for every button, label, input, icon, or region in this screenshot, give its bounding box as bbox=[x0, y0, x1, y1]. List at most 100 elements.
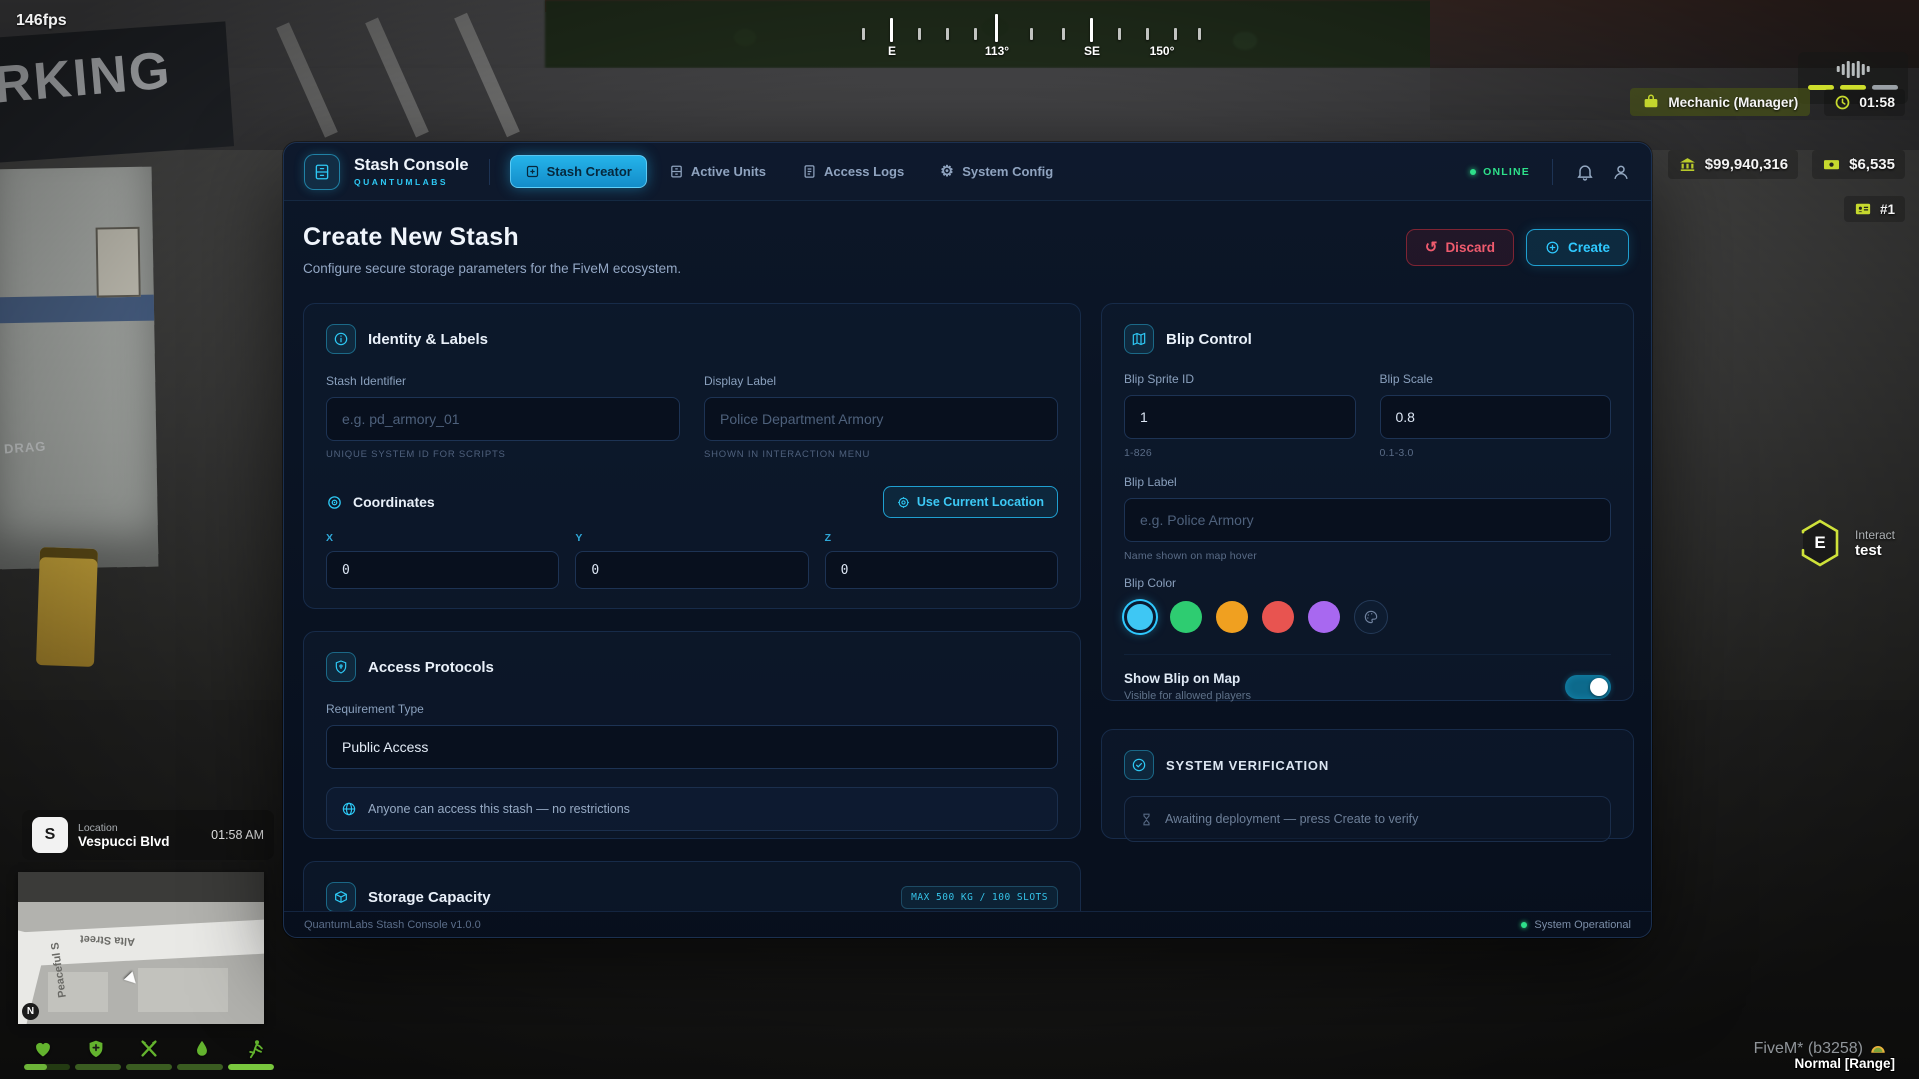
document-icon bbox=[804, 165, 815, 178]
verification-icon-chip bbox=[1124, 750, 1154, 780]
tab-stash-creator[interactable]: Stash Creator bbox=[509, 155, 647, 188]
blip-scale-input[interactable] bbox=[1379, 395, 1611, 439]
job-badge: Mechanic (Manager) bbox=[1630, 88, 1811, 116]
verification-message: Awaiting deployment — press Create to ve… bbox=[1165, 812, 1419, 826]
discard-button[interactable]: ↺ Discard bbox=[1405, 229, 1514, 266]
compass-tick bbox=[1030, 28, 1033, 40]
armor-icon bbox=[89, 1040, 103, 1058]
tab-access-logs[interactable]: Access Logs bbox=[788, 156, 918, 187]
stamina-icon bbox=[249, 1040, 263, 1059]
stash-identifier-label: Stash Identifier bbox=[326, 374, 407, 388]
app-title-block: Stash Console QUANTUMLABS bbox=[354, 156, 469, 187]
hunger-icon bbox=[141, 1040, 157, 1057]
access-note-text: Anyone can access this stash — no restri… bbox=[368, 802, 630, 816]
show-blip-toggle[interactable] bbox=[1565, 674, 1611, 699]
minimap-buildings bbox=[18, 872, 264, 902]
compass-tick bbox=[1062, 28, 1065, 40]
stash-identifier-input[interactable] bbox=[326, 397, 680, 441]
identity-card: Identity & Labels Stash Identifier UNIQU… bbox=[303, 303, 1081, 609]
create-button[interactable]: Create bbox=[1525, 229, 1629, 266]
display-label-input[interactable] bbox=[704, 397, 1058, 441]
requirement-type-select[interactable]: Public Access bbox=[326, 725, 1058, 769]
fps-counter: 146fps bbox=[16, 12, 67, 29]
compass-tick bbox=[946, 28, 949, 40]
job-label: Mechanic (Manager) bbox=[1668, 94, 1799, 110]
location-notification: S Location Vespucci Blvd 01:58 AM bbox=[22, 810, 274, 860]
header-divider bbox=[1552, 158, 1553, 185]
console-header: Stash Console QUANTUMLABS Stash Creator … bbox=[284, 143, 1651, 201]
identity-card-title: Identity & Labels bbox=[368, 330, 489, 348]
storage-capacity-badge: MAX 500 KG / 100 SLOTS bbox=[901, 885, 1058, 909]
player-id-hud: #1 bbox=[1843, 196, 1905, 222]
header-divider bbox=[488, 158, 490, 185]
blip-sprite-group: Blip Sprite ID 1-826 bbox=[1124, 372, 1356, 459]
blip-color-swatch[interactable] bbox=[1170, 601, 1202, 633]
status-bar bbox=[228, 1064, 274, 1070]
info-icon bbox=[334, 332, 348, 346]
coord-y-input[interactable] bbox=[575, 551, 809, 589]
bank-amount: $99,940,316 bbox=[1704, 156, 1789, 173]
status-dot bbox=[1521, 921, 1528, 928]
coord-y-label: Y bbox=[575, 532, 583, 544]
discard-label: Discard bbox=[1445, 240, 1495, 255]
header-right: ONLINE bbox=[1470, 158, 1631, 185]
blip-sprite-input[interactable] bbox=[1124, 395, 1356, 439]
undo-icon: ↺ bbox=[1424, 239, 1438, 256]
compass-tick bbox=[918, 28, 921, 40]
blip-sprite-hint: 1-826 bbox=[1124, 447, 1152, 459]
blip-card-title: Blip Control bbox=[1166, 330, 1252, 348]
minimap-block bbox=[138, 968, 228, 1012]
blip-color-swatch[interactable] bbox=[1262, 601, 1294, 633]
interact-key-hex: E bbox=[1797, 518, 1843, 568]
create-label: Create bbox=[1567, 240, 1610, 255]
cash-icon bbox=[1824, 160, 1840, 170]
custom-color-button[interactable] bbox=[1354, 600, 1388, 634]
blip-color-swatch[interactable] bbox=[1124, 601, 1156, 633]
console-footer: QuantumLabs Stash Console v1.0.0 System … bbox=[284, 911, 1651, 937]
time-value: 01:58 bbox=[1859, 94, 1895, 110]
blip-scale-hint: 0.1-3.0 bbox=[1379, 447, 1414, 459]
coord-z-input[interactable] bbox=[824, 551, 1058, 589]
bank-icon bbox=[1679, 158, 1695, 171]
blip-color-swatch[interactable] bbox=[1308, 601, 1340, 633]
coord-x-input[interactable] bbox=[326, 551, 560, 589]
blip-label-input[interactable] bbox=[1124, 498, 1611, 542]
compass-tick bbox=[1174, 28, 1177, 40]
thirst-icon bbox=[197, 1040, 207, 1056]
coord-x-group: X bbox=[326, 532, 560, 589]
requirement-type-value: Public Access bbox=[342, 739, 429, 755]
bell-icon[interactable] bbox=[1575, 162, 1595, 182]
blip-color-swatch[interactable] bbox=[1216, 601, 1248, 633]
compass-tick bbox=[1118, 28, 1121, 40]
id-card-icon bbox=[1855, 203, 1871, 215]
tab-active-units[interactable]: Active Units bbox=[655, 156, 780, 187]
requirement-type-label: Requirement Type bbox=[326, 702, 424, 716]
voice-waveform-icon bbox=[1836, 59, 1870, 79]
cash-amount: $6,535 bbox=[1849, 156, 1895, 173]
system-verification-card: SYSTEM VERIFICATION Awaiting deployment … bbox=[1101, 729, 1634, 842]
job-hud: Mechanic (Manager) 01:58 bbox=[1630, 88, 1905, 116]
identity-icon-chip bbox=[326, 324, 356, 354]
show-blip-sublabel: Visible for allowed players bbox=[1124, 690, 1251, 702]
plus-circle-icon bbox=[1546, 241, 1559, 254]
minimap: Alta Street Peaceful S N bbox=[18, 872, 264, 1024]
compass-tick bbox=[862, 28, 865, 40]
user-icon[interactable] bbox=[1611, 162, 1631, 182]
app-logo bbox=[304, 153, 340, 190]
stash-identifier-hint: UNIQUE SYSTEM ID FOR SCRIPTS bbox=[326, 449, 506, 460]
status-bar bbox=[177, 1064, 223, 1070]
storage-card-title: Storage Capacity bbox=[368, 888, 491, 906]
blip-sprite-label: Blip Sprite ID bbox=[1124, 372, 1195, 386]
minimap-north-badge: N bbox=[22, 1003, 39, 1020]
use-current-location-label: Use Current Location bbox=[916, 495, 1044, 509]
clock-icon bbox=[1835, 95, 1850, 109]
palette-icon bbox=[1364, 610, 1378, 624]
online-status-badge: ONLINE bbox=[1470, 166, 1530, 178]
use-current-location-button[interactable]: Use Current Location bbox=[882, 486, 1058, 518]
blip-scale-label: Blip Scale bbox=[1379, 372, 1433, 386]
tab-system-config[interactable]: ⚙ System Config bbox=[926, 156, 1067, 187]
stash-cabinet-icon bbox=[315, 164, 329, 179]
verification-status-box: Awaiting deployment — press Create to ve… bbox=[1124, 796, 1611, 842]
coordinates-title: Coordinates bbox=[353, 494, 435, 510]
console-body: Create New Stash Configure secure storag… bbox=[284, 201, 1651, 911]
